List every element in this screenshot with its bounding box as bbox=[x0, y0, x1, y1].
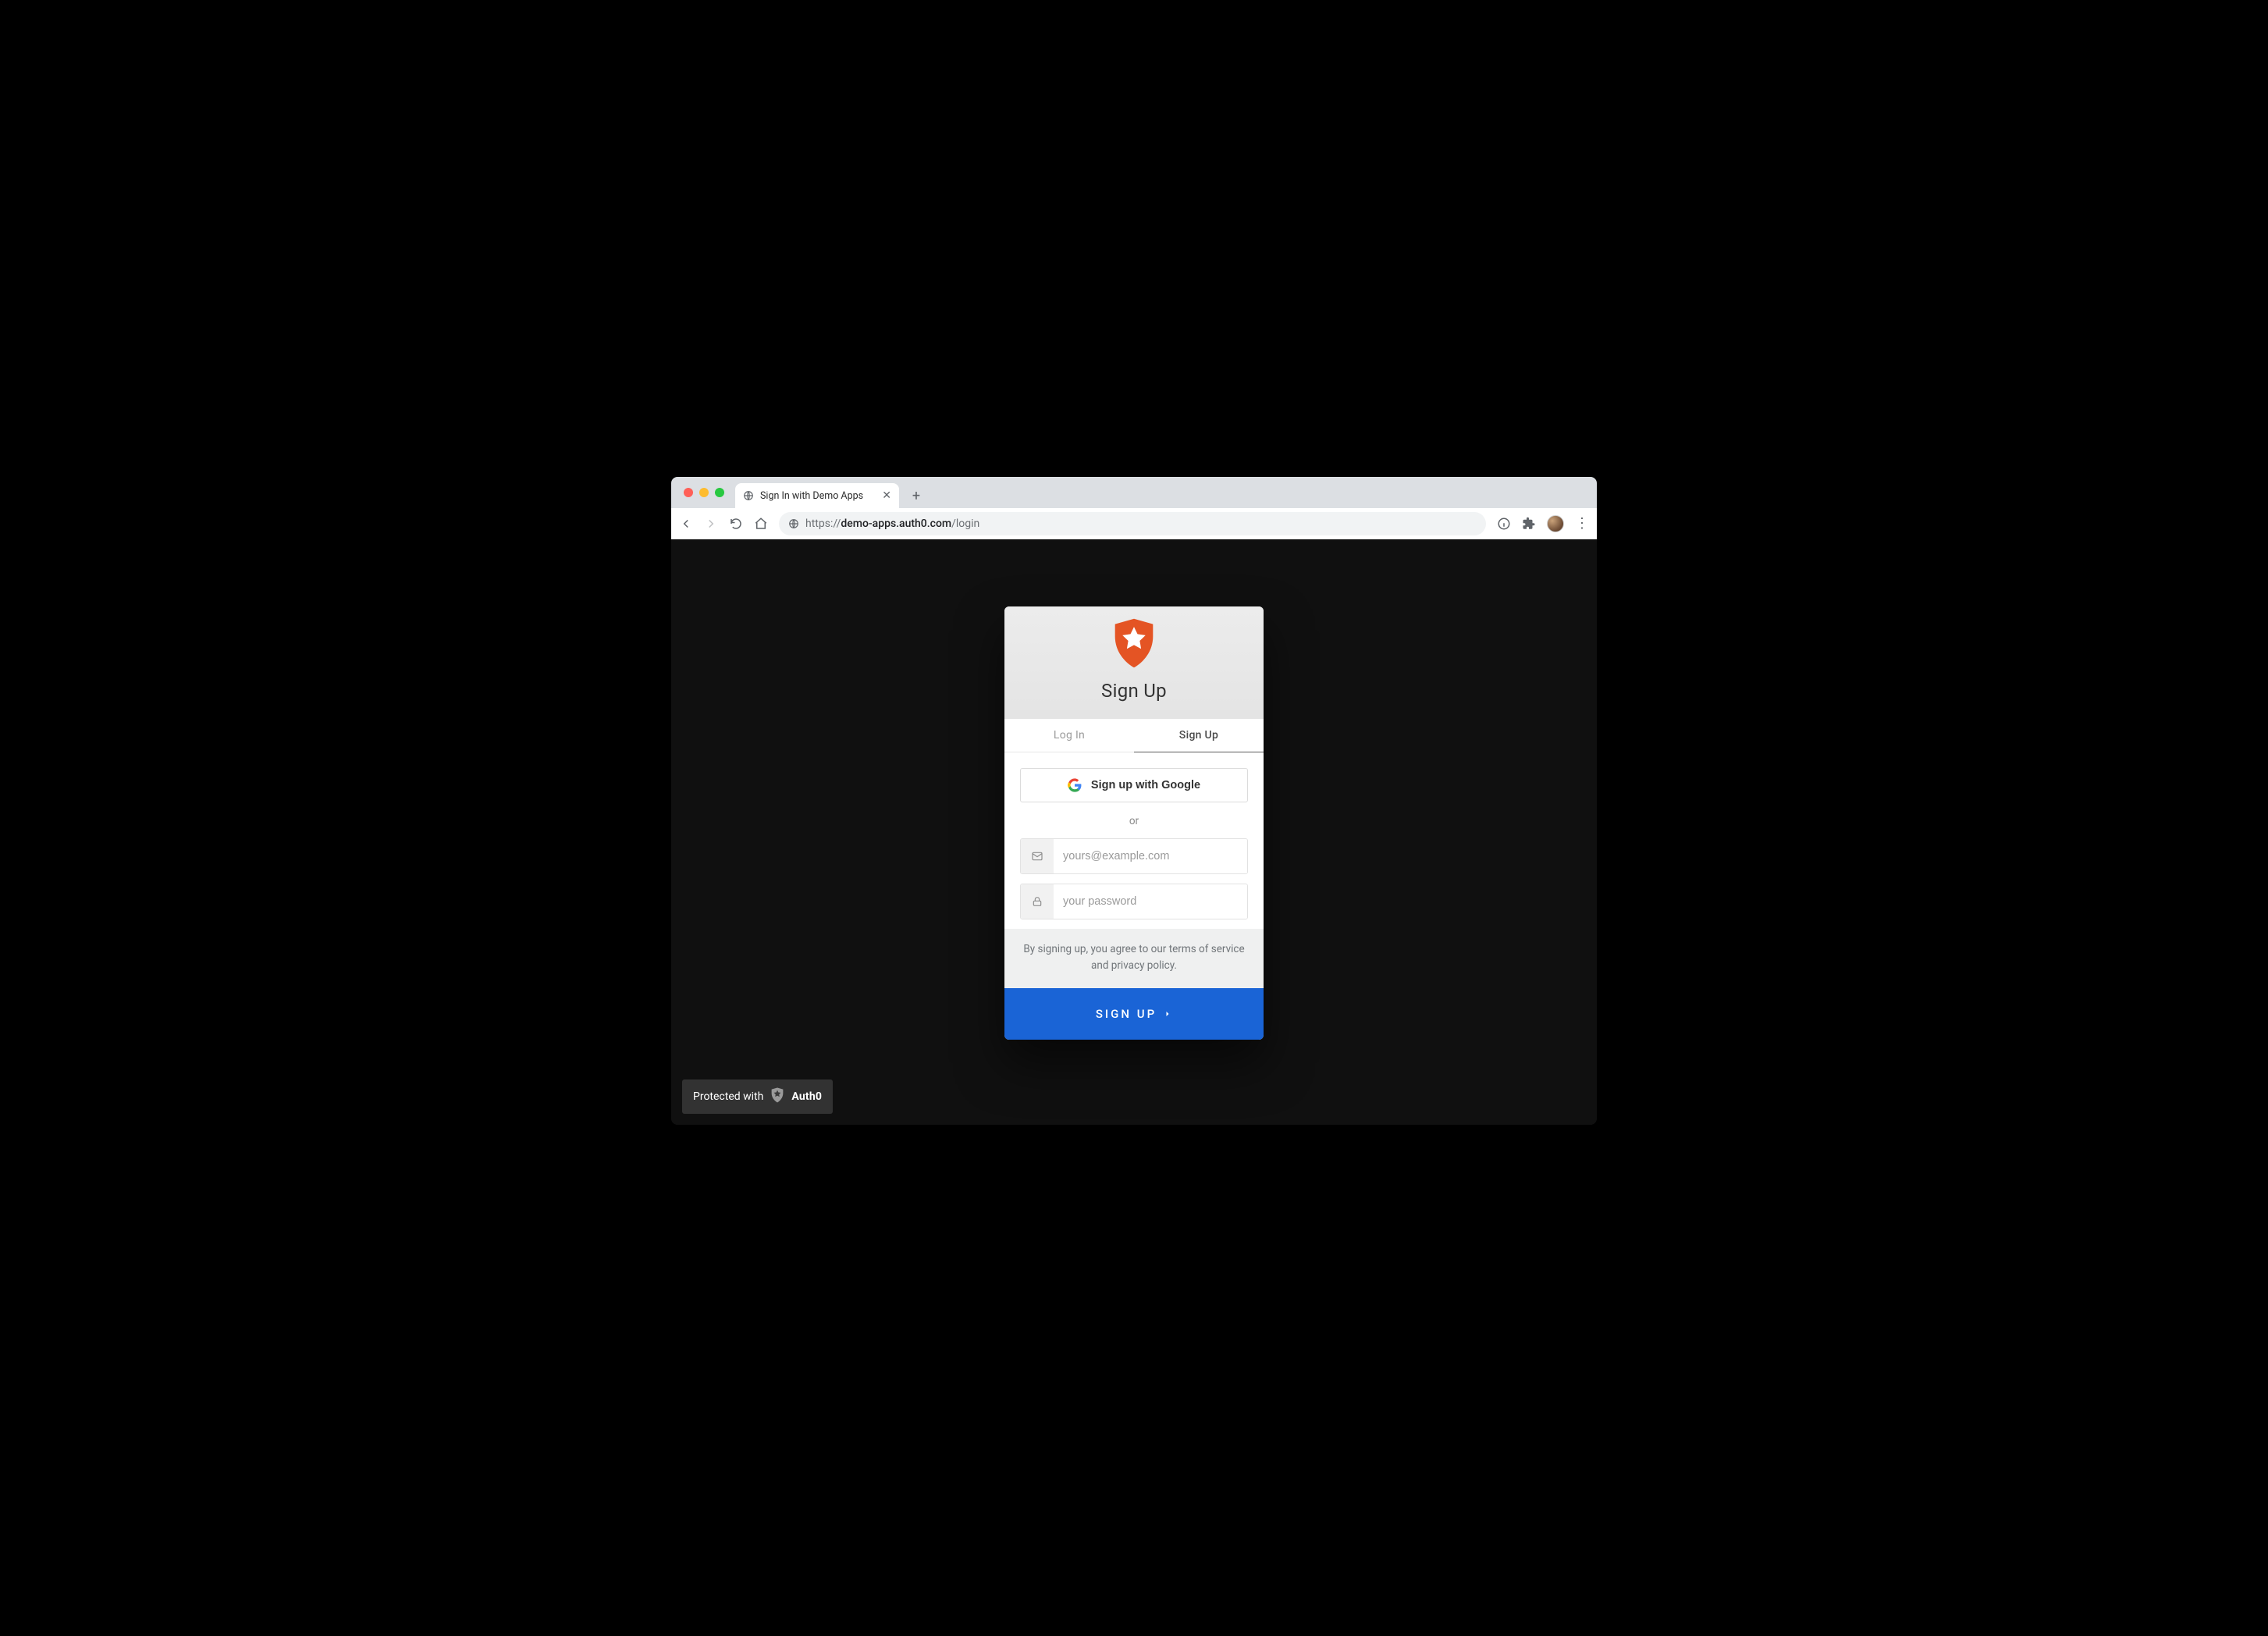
auth-header: Sign Up bbox=[1004, 606, 1264, 719]
tab-login[interactable]: Log In bbox=[1004, 719, 1134, 752]
tab-title: Sign In with Demo Apps bbox=[760, 490, 863, 502]
profile-avatar[interactable] bbox=[1547, 515, 1564, 532]
chevron-right-icon bbox=[1163, 1009, 1172, 1019]
signup-submit-button[interactable]: SIGN UP bbox=[1004, 988, 1264, 1040]
browser-toolbar: https://demo-apps.auth0.com/login ⋮ bbox=[671, 508, 1597, 539]
submit-label: SIGN UP bbox=[1096, 1007, 1157, 1021]
page-viewport: Sign Up Log In Sign Up bbox=[671, 539, 1597, 1125]
home-button[interactable] bbox=[754, 517, 768, 531]
protected-prefix: Protected with bbox=[693, 1090, 763, 1103]
globe-icon bbox=[743, 490, 754, 501]
browser-window: Sign In with Demo Apps ✕ + bbox=[671, 477, 1597, 1125]
url-text: https://demo-apps.auth0.com/login bbox=[805, 517, 979, 530]
info-icon[interactable] bbox=[1497, 517, 1511, 531]
browser-tab[interactable]: Sign In with Demo Apps ✕ bbox=[735, 483, 899, 508]
protected-with-badge[interactable]: Protected with Auth0 bbox=[682, 1079, 833, 1114]
close-tab-button[interactable]: ✕ bbox=[882, 490, 891, 501]
site-info-icon[interactable] bbox=[788, 518, 799, 529]
divider-or: or bbox=[1020, 802, 1248, 838]
email-field-wrapper bbox=[1020, 838, 1248, 874]
browser-menu-button[interactable]: ⋮ bbox=[1575, 515, 1589, 532]
auth0-mini-shield-icon bbox=[770, 1087, 785, 1106]
reload-button[interactable] bbox=[729, 517, 743, 531]
back-button[interactable] bbox=[679, 517, 693, 531]
auth-tabs: Log In Sign Up bbox=[1004, 719, 1264, 752]
auth-widget: Sign Up Log In Sign Up bbox=[1004, 606, 1264, 1040]
window-controls bbox=[677, 477, 729, 508]
google-icon bbox=[1068, 778, 1082, 792]
protected-brand: Auth0 bbox=[791, 1090, 822, 1103]
email-input[interactable] bbox=[1054, 839, 1247, 873]
password-field-wrapper bbox=[1020, 884, 1248, 919]
google-button-label: Sign up with Google bbox=[1091, 779, 1200, 791]
lock-icon bbox=[1021, 884, 1054, 919]
address-bar[interactable]: https://demo-apps.auth0.com/login bbox=[779, 512, 1486, 535]
terms-text: By signing up, you agree to our terms of… bbox=[1004, 929, 1264, 988]
auth-title: Sign Up bbox=[1012, 680, 1256, 702]
extensions-icon[interactable] bbox=[1522, 517, 1536, 531]
close-window-button[interactable] bbox=[684, 488, 693, 497]
email-icon bbox=[1021, 839, 1054, 873]
password-input[interactable] bbox=[1054, 884, 1247, 919]
zoom-window-button[interactable] bbox=[715, 488, 724, 497]
tab-signup[interactable]: Sign Up bbox=[1134, 719, 1264, 752]
auth0-shield-icon bbox=[1012, 617, 1256, 669]
new-tab-button[interactable]: + bbox=[905, 485, 927, 507]
signup-with-google-button[interactable]: Sign up with Google bbox=[1020, 768, 1248, 802]
minimize-window-button[interactable] bbox=[699, 488, 709, 497]
forward-button[interactable] bbox=[704, 517, 718, 531]
tab-strip: Sign In with Demo Apps ✕ + bbox=[671, 477, 1597, 508]
